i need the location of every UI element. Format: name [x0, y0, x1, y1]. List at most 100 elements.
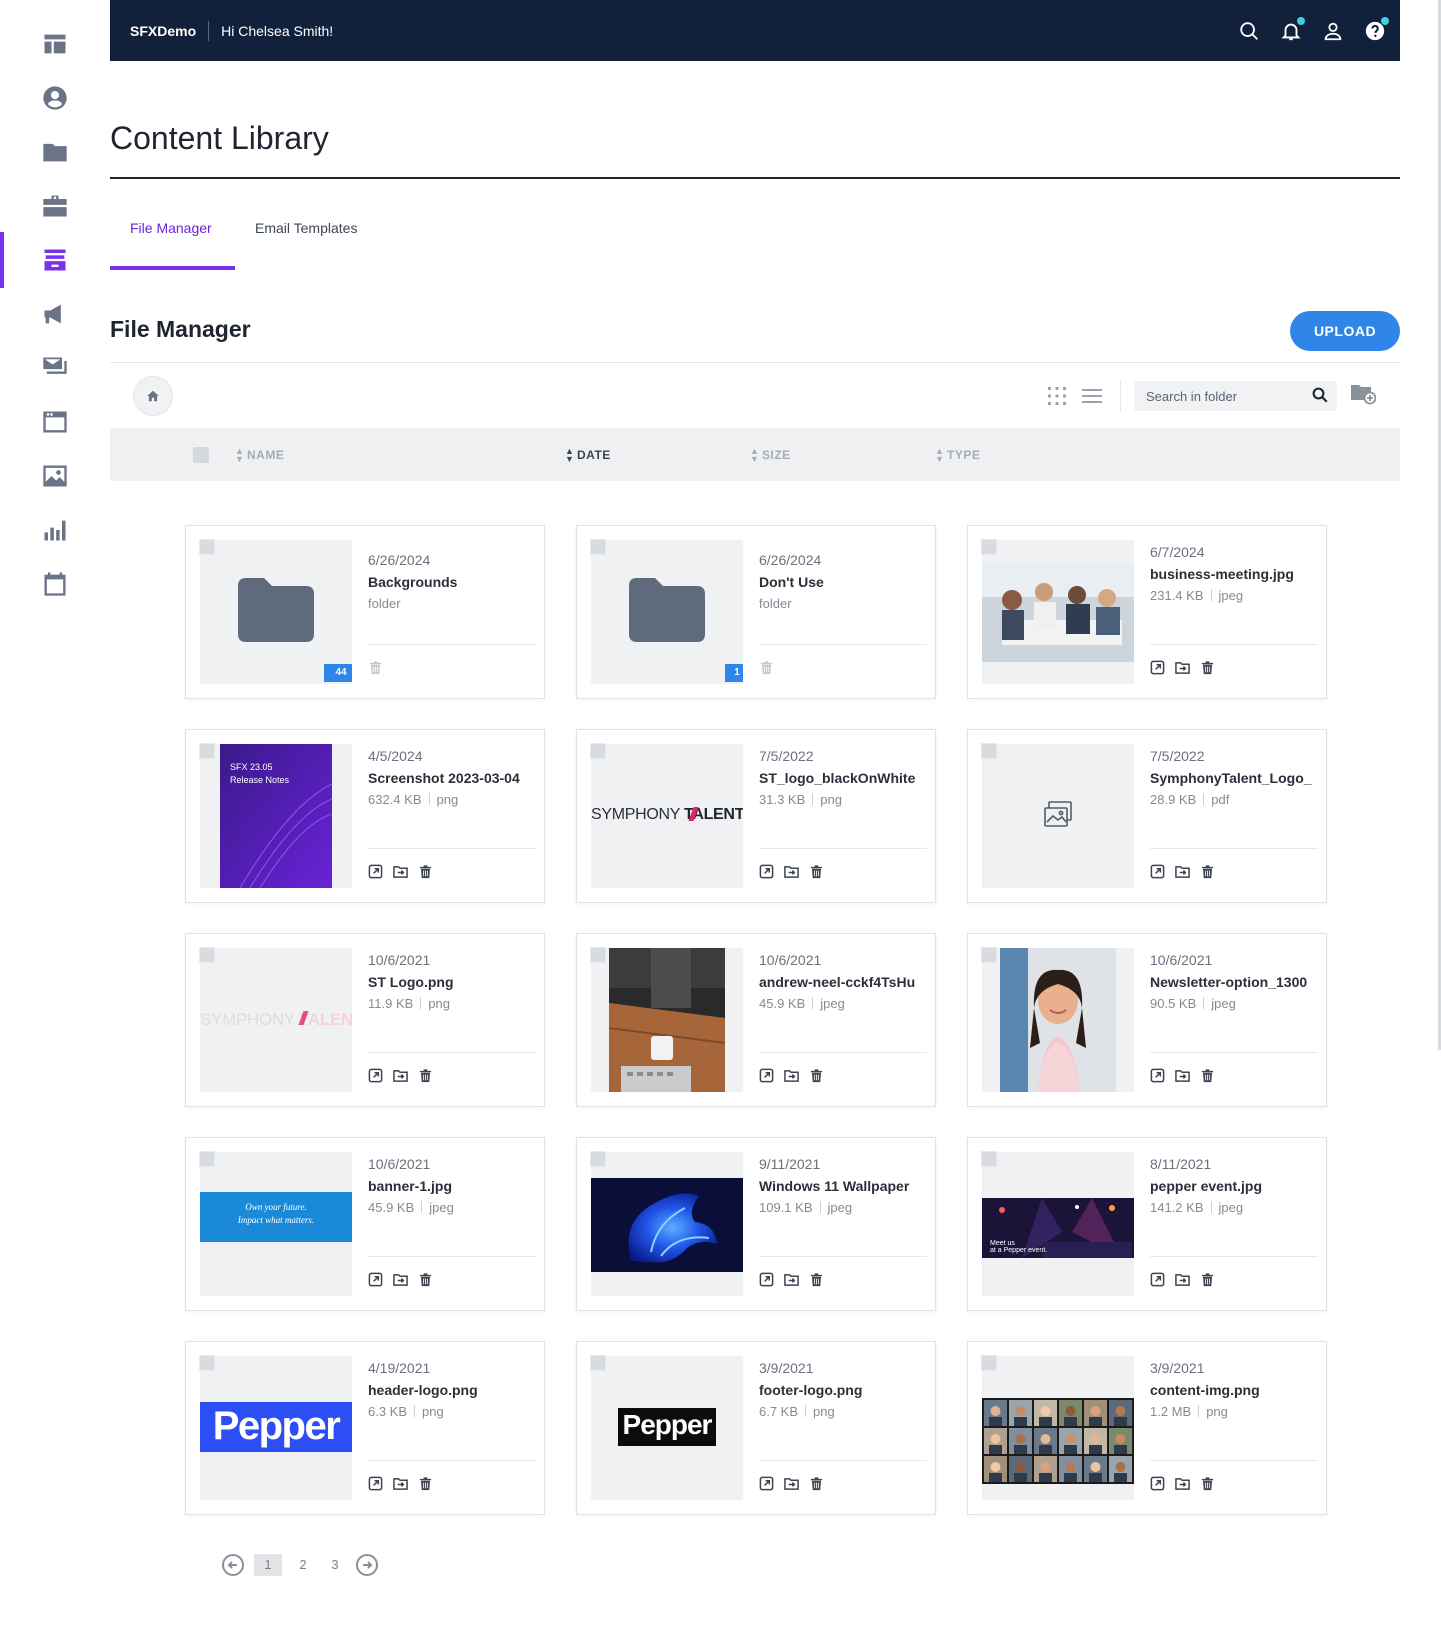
tab-email-templates[interactable]: Email Templates [235, 200, 377, 270]
open-external-icon[interactable] [759, 1068, 774, 1083]
move-to-folder-icon[interactable] [1175, 864, 1190, 879]
sidebar-item-pages[interactable] [0, 394, 110, 450]
notifications-button[interactable] [1280, 16, 1305, 42]
account-button[interactable] [1322, 20, 1344, 42]
open-external-icon[interactable] [759, 864, 774, 879]
page-2[interactable]: 2 [292, 1554, 314, 1576]
file-name[interactable]: Newsletter-option_1300 [1150, 974, 1318, 990]
select-checkbox[interactable] [199, 1355, 215, 1371]
delete-icon[interactable] [1200, 864, 1215, 879]
next-page-button[interactable] [356, 1554, 378, 1576]
sidebar-item-jobs[interactable] [0, 178, 110, 234]
home-folder-button[interactable] [133, 376, 173, 416]
sidebar-item-analytics[interactable] [0, 502, 110, 558]
file-thumbnail[interactable]: SYMPHONY TALENT [200, 948, 352, 1092]
move-to-folder-icon[interactable] [393, 1272, 408, 1287]
file-thumbnail[interactable] [982, 540, 1134, 684]
file-thumbnail[interactable]: Own your future. Impact what matters. [200, 1152, 352, 1296]
folder-card[interactable]: 1 6/26/2024 Don't Use folder [576, 525, 936, 699]
file-thumbnail[interactable] [982, 948, 1134, 1092]
file-name[interactable]: ST_logo_blackOnWhite [759, 770, 927, 786]
move-to-folder-icon[interactable] [393, 864, 408, 879]
prev-page-button[interactable] [222, 1554, 244, 1576]
sort-by-type[interactable]: ▲ ▼ TYPE [935, 447, 980, 464]
sidebar-item-calendar[interactable] [0, 556, 110, 612]
file-card[interactable]: 6/7/2024 business-meeting.jpg 231.4 KB jpeg [967, 525, 1327, 699]
page-1[interactable]: 1 [254, 1554, 282, 1576]
select-checkbox[interactable] [590, 1151, 606, 1167]
file-card[interactable]: Pepper 4/19/2021 header-logo.png 6.3 KB png [185, 1341, 545, 1515]
sort-by-size[interactable]: ▲ ▼ SIZE [750, 447, 791, 464]
sidebar-item-email[interactable] [0, 340, 110, 396]
delete-icon[interactable] [1200, 660, 1215, 675]
move-to-folder-icon[interactable] [393, 1476, 408, 1491]
file-thumbnail[interactable]: SYMPHONY TALENT [591, 744, 743, 888]
move-to-folder-icon[interactable] [1175, 1068, 1190, 1083]
select-checkbox[interactable] [981, 1151, 997, 1167]
move-to-folder-icon[interactable] [784, 864, 799, 879]
delete-icon[interactable] [1200, 1272, 1215, 1287]
file-thumbnail[interactable]: Meet us at a Pepper event. [982, 1152, 1134, 1296]
folder-thumbnail[interactable]: 1 [591, 540, 743, 684]
sort-by-date[interactable]: ▲ ▼ DATE [565, 447, 611, 464]
move-to-folder-icon[interactable] [393, 1068, 408, 1083]
delete-icon[interactable] [1200, 1476, 1215, 1491]
page-3[interactable]: 3 [324, 1554, 346, 1576]
delete-icon[interactable] [418, 864, 433, 879]
open-external-icon[interactable] [368, 864, 383, 879]
move-to-folder-icon[interactable] [1175, 1272, 1190, 1287]
file-card[interactable]: Own your future. Impact what matters. 10/6… [185, 1137, 545, 1311]
select-checkbox[interactable] [199, 539, 215, 555]
delete-icon[interactable] [418, 1272, 433, 1287]
file-card[interactable]: 3/9/2021 content-img.png 1.2 MB png [967, 1341, 1327, 1515]
file-card[interactable]: Pepper 3/9/2021 footer-logo.png 6.7 KB png [576, 1341, 936, 1515]
delete-icon[interactable] [809, 1068, 824, 1083]
delete-icon[interactable] [809, 1476, 824, 1491]
open-external-icon[interactable] [759, 1476, 774, 1491]
new-folder-icon[interactable] [1350, 382, 1376, 406]
file-card[interactable]: 10/6/2021 Newsletter-option_1300 90.5 KB jp… [967, 933, 1327, 1107]
sidebar-item-folders[interactable] [0, 124, 110, 180]
file-card[interactable]: SYMPHONY TALENT 7/5/2022 ST_logo_blackOnWh… [576, 729, 936, 903]
file-card[interactable]: 9/11/2021 Windows 11 Wallpaper 109.1 KB jpe… [576, 1137, 936, 1311]
file-card[interactable]: SFX 23.05 Release Notes 4/5/2024 Screenshot… [185, 729, 545, 903]
search-button[interactable] [1238, 20, 1260, 42]
help-button[interactable] [1364, 16, 1389, 42]
select-checkbox[interactable] [981, 947, 997, 963]
delete-icon[interactable] [759, 660, 774, 675]
sidebar-item-content-library[interactable] [0, 232, 110, 288]
file-name[interactable]: header-logo.png [368, 1382, 536, 1398]
folder-thumbnail[interactable]: 44 [200, 540, 352, 684]
file-name[interactable]: footer-logo.png [759, 1382, 927, 1398]
sidebar-item-profile[interactable] [0, 70, 110, 126]
file-name[interactable]: content-img.png [1150, 1382, 1318, 1398]
move-to-folder-icon[interactable] [784, 1272, 799, 1287]
file-thumbnail[interactable]: SFX 23.05 Release Notes [200, 744, 352, 888]
sidebar-item-media[interactable] [0, 448, 110, 504]
select-checkbox[interactable] [981, 743, 997, 759]
select-checkbox[interactable] [981, 1355, 997, 1371]
select-checkbox[interactable] [981, 539, 997, 555]
file-card[interactable]: Meet us at a Pepper event. 8/11/2021 pepper… [967, 1137, 1327, 1311]
select-checkbox[interactable] [199, 947, 215, 963]
open-external-icon[interactable] [1150, 1068, 1165, 1083]
delete-icon[interactable] [1200, 1068, 1215, 1083]
delete-icon[interactable] [418, 1476, 433, 1491]
folder-search-input[interactable] [1134, 381, 1337, 411]
file-thumbnail[interactable]: Pepper [591, 1356, 743, 1500]
file-name[interactable]: Screenshot 2023-03-04 [368, 770, 536, 786]
file-name[interactable]: Windows 11 Wallpaper [759, 1178, 927, 1194]
select-checkbox[interactable] [590, 539, 606, 555]
file-thumbnail[interactable] [591, 1152, 743, 1296]
sidebar-item-campaigns[interactable] [0, 286, 110, 342]
open-external-icon[interactable] [368, 1068, 383, 1083]
select-checkbox[interactable] [199, 1151, 215, 1167]
move-to-folder-icon[interactable] [1175, 660, 1190, 675]
file-name[interactable]: pepper event.jpg [1150, 1178, 1318, 1194]
sidebar-item-dashboard[interactable] [0, 16, 110, 72]
file-name[interactable]: SymphonyTalent_Logo_ [1150, 770, 1318, 786]
delete-icon[interactable] [809, 864, 824, 879]
delete-icon[interactable] [368, 660, 383, 675]
folder-card[interactable]: 44 6/26/2024 Backgrounds folder [185, 525, 545, 699]
file-name[interactable]: business-meeting.jpg [1150, 566, 1318, 582]
